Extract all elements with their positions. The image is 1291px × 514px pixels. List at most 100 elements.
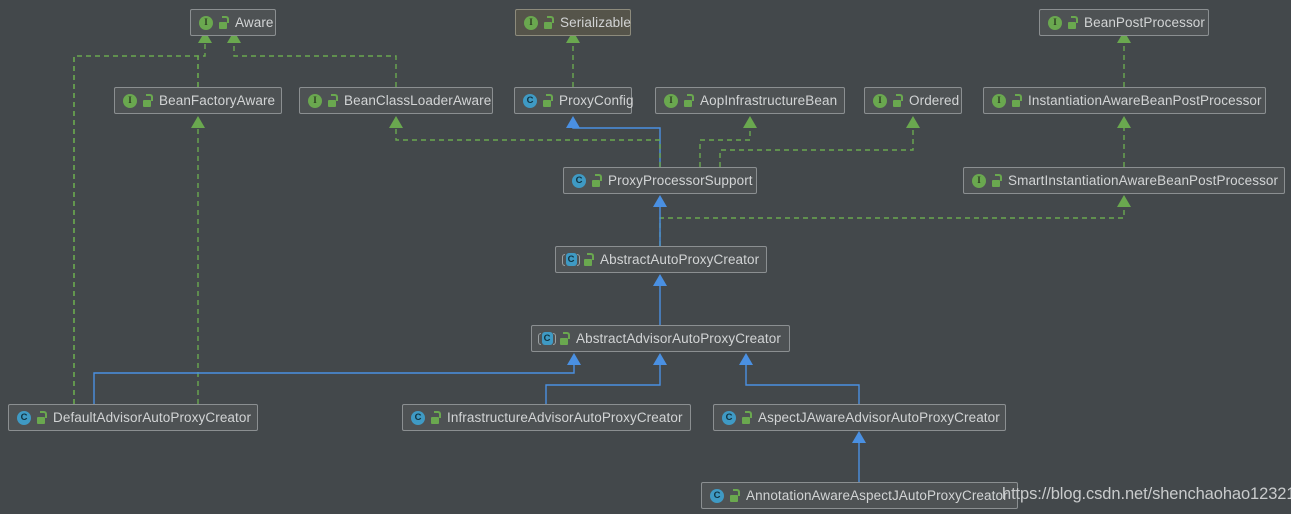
- lock-shackle: [563, 332, 570, 339]
- type-glyph: C: [572, 173, 586, 188]
- class-node-label: InstantiationAwareBeanPostProcessor: [1028, 92, 1262, 108]
- class-node-label: Serializable: [560, 14, 631, 30]
- lock-shackle: [995, 174, 1002, 181]
- class-node-label: AspectJAwareAdvisorAutoProxyCreator: [758, 409, 1000, 425]
- public-visibility-icon: [560, 332, 571, 345]
- class-node-instantiation[interactable]: I InstantiationAwareBeanPostProcessor: [983, 87, 1266, 114]
- lock-body: [742, 417, 750, 424]
- edge-proxyprocsupport-to-aopinfra: [699, 128, 751, 167]
- type-glyph: C: [17, 410, 31, 425]
- lock-shackle: [595, 174, 602, 181]
- arrowhead-abstractauto-to-pps: [653, 195, 667, 207]
- public-visibility-icon: [543, 94, 554, 107]
- class-node-aspectjaware[interactable]: C AspectJAwareAdvisorAutoProxyCreator: [713, 404, 1006, 431]
- class-node-infraadvisor[interactable]: C InfrastructureAdvisorAutoProxyCreator: [402, 404, 691, 431]
- class-node-defaultadvisor[interactable]: C DefaultAdvisorAutoProxyCreator: [8, 404, 258, 431]
- interface-icon: I: [523, 15, 539, 31]
- class-node-label: Aware: [235, 14, 274, 30]
- lock-body: [543, 100, 551, 107]
- type-glyph: I: [664, 93, 678, 108]
- edge-proxyprocsupport-to-bcla: [395, 128, 661, 167]
- class-icon: C: [16, 410, 32, 426]
- class-node-annotationaware[interactable]: C AnnotationAwareAspectJAutoProxyCreator: [701, 482, 1018, 509]
- arrowhead-aspectjaware-to-abstractadvisor: [739, 353, 753, 365]
- lock-body: [592, 180, 600, 187]
- class-node-beanpostproc[interactable]: I BeanPostProcessor: [1039, 9, 1209, 36]
- arrowhead-proxyprocsupport-to-bcla: [389, 116, 403, 128]
- type-glyph: C: [565, 253, 577, 266]
- lock-body: [684, 100, 692, 107]
- type-glyph: I: [873, 93, 887, 108]
- lock-body: [584, 259, 592, 266]
- lock-body: [431, 417, 439, 424]
- public-visibility-icon: [219, 16, 230, 29]
- public-visibility-icon: [584, 253, 595, 266]
- class-icon: C: [721, 410, 737, 426]
- edge-abstractauto-to-smart: [659, 207, 1125, 246]
- class-icon: C: [410, 410, 426, 426]
- lock-body: [730, 495, 738, 502]
- lock-shackle: [1015, 94, 1022, 101]
- type-glyph: C: [722, 410, 736, 425]
- lock-shackle: [1071, 16, 1078, 23]
- arrowhead-beanfactoryaware-from-below: [191, 116, 205, 128]
- class-node-proxyconfig[interactable]: C ProxyConfig: [514, 87, 634, 114]
- public-visibility-icon: [992, 174, 1003, 187]
- public-visibility-icon: [592, 174, 603, 187]
- class-node-label: InfrastructureAdvisorAutoProxyCreator: [447, 409, 683, 425]
- interface-icon: I: [1047, 15, 1063, 31]
- type-glyph: I: [199, 15, 213, 30]
- class-node-aware[interactable]: I Aware: [190, 9, 276, 36]
- class-node-beanfactoryaware[interactable]: I BeanFactoryAware: [114, 87, 282, 114]
- class-node-label: AbstractAdvisorAutoProxyCreator: [576, 330, 781, 346]
- class-node-label: AnnotationAwareAspectJAutoProxyCreator: [746, 487, 1008, 503]
- edge-defaultadvisor-to-abstractadvisor: [93, 365, 575, 404]
- class-node-label: Ordered: [909, 92, 960, 108]
- lock-shackle: [40, 411, 47, 418]
- abstract-class-icon: C: [538, 331, 556, 347]
- class-node-label: ProxyConfig: [559, 92, 634, 108]
- lock-shackle: [687, 94, 694, 101]
- lock-body: [560, 338, 568, 345]
- interface-icon: I: [307, 93, 323, 109]
- type-glyph: I: [1048, 15, 1062, 30]
- public-visibility-icon: [37, 411, 48, 424]
- class-node-proxyprocsupport[interactable]: C ProxyProcessorSupport: [563, 167, 757, 194]
- type-glyph: C: [411, 410, 425, 425]
- public-visibility-icon: [1068, 16, 1079, 29]
- edge-beanfactoryaware-to-aware: [197, 43, 206, 87]
- class-node-label: AopInfrastructureBean: [700, 92, 838, 108]
- lock-shackle: [896, 94, 903, 101]
- class-node-label: SmartInstantiationAwareBeanPostProcessor: [1008, 172, 1279, 188]
- class-node-serializable[interactable]: I Serializable: [515, 9, 631, 36]
- lock-body: [1068, 22, 1076, 29]
- interface-icon: I: [872, 93, 888, 109]
- class-node-abstractauto[interactable]: C AbstractAutoProxyCreator: [555, 246, 767, 273]
- public-visibility-icon: [893, 94, 904, 107]
- class-node-smartinstantiate[interactable]: I SmartInstantiationAwareBeanPostProcesso…: [963, 167, 1285, 194]
- arrowhead-smart-to-instantiation: [1117, 116, 1131, 128]
- public-visibility-icon: [143, 94, 154, 107]
- arrowhead-proxyprocsupport-to-aopinfra: [743, 116, 757, 128]
- lock-body: [992, 180, 1000, 187]
- public-visibility-icon: [742, 411, 753, 424]
- arrowhead-infraadvisor-to-abstractadvisor: [653, 353, 667, 365]
- lock-shackle: [434, 411, 441, 418]
- class-node-ordered[interactable]: I Ordered: [864, 87, 962, 114]
- class-node-label: BeanClassLoaderAware: [344, 92, 492, 108]
- lock-shackle: [733, 489, 740, 496]
- class-node-abstractadvisor[interactable]: C AbstractAdvisorAutoProxyCreator: [531, 325, 790, 352]
- class-node-aopinfra[interactable]: I AopInfrastructureBean: [655, 87, 845, 114]
- interface-icon: I: [122, 93, 138, 109]
- class-node-beanclassloader[interactable]: I BeanClassLoaderAware: [299, 87, 493, 114]
- lock-shackle: [146, 94, 153, 101]
- class-icon: C: [709, 488, 725, 504]
- lock-shackle: [331, 94, 338, 101]
- public-visibility-icon: [1012, 94, 1023, 107]
- watermark-text: https://blog.csdn.net/shenchaohao12321: [1002, 485, 1291, 503]
- public-visibility-icon: [684, 94, 695, 107]
- type-glyph: C: [710, 488, 724, 503]
- lock-shackle: [222, 16, 229, 23]
- lock-body: [544, 22, 552, 29]
- type-glyph: I: [992, 93, 1006, 108]
